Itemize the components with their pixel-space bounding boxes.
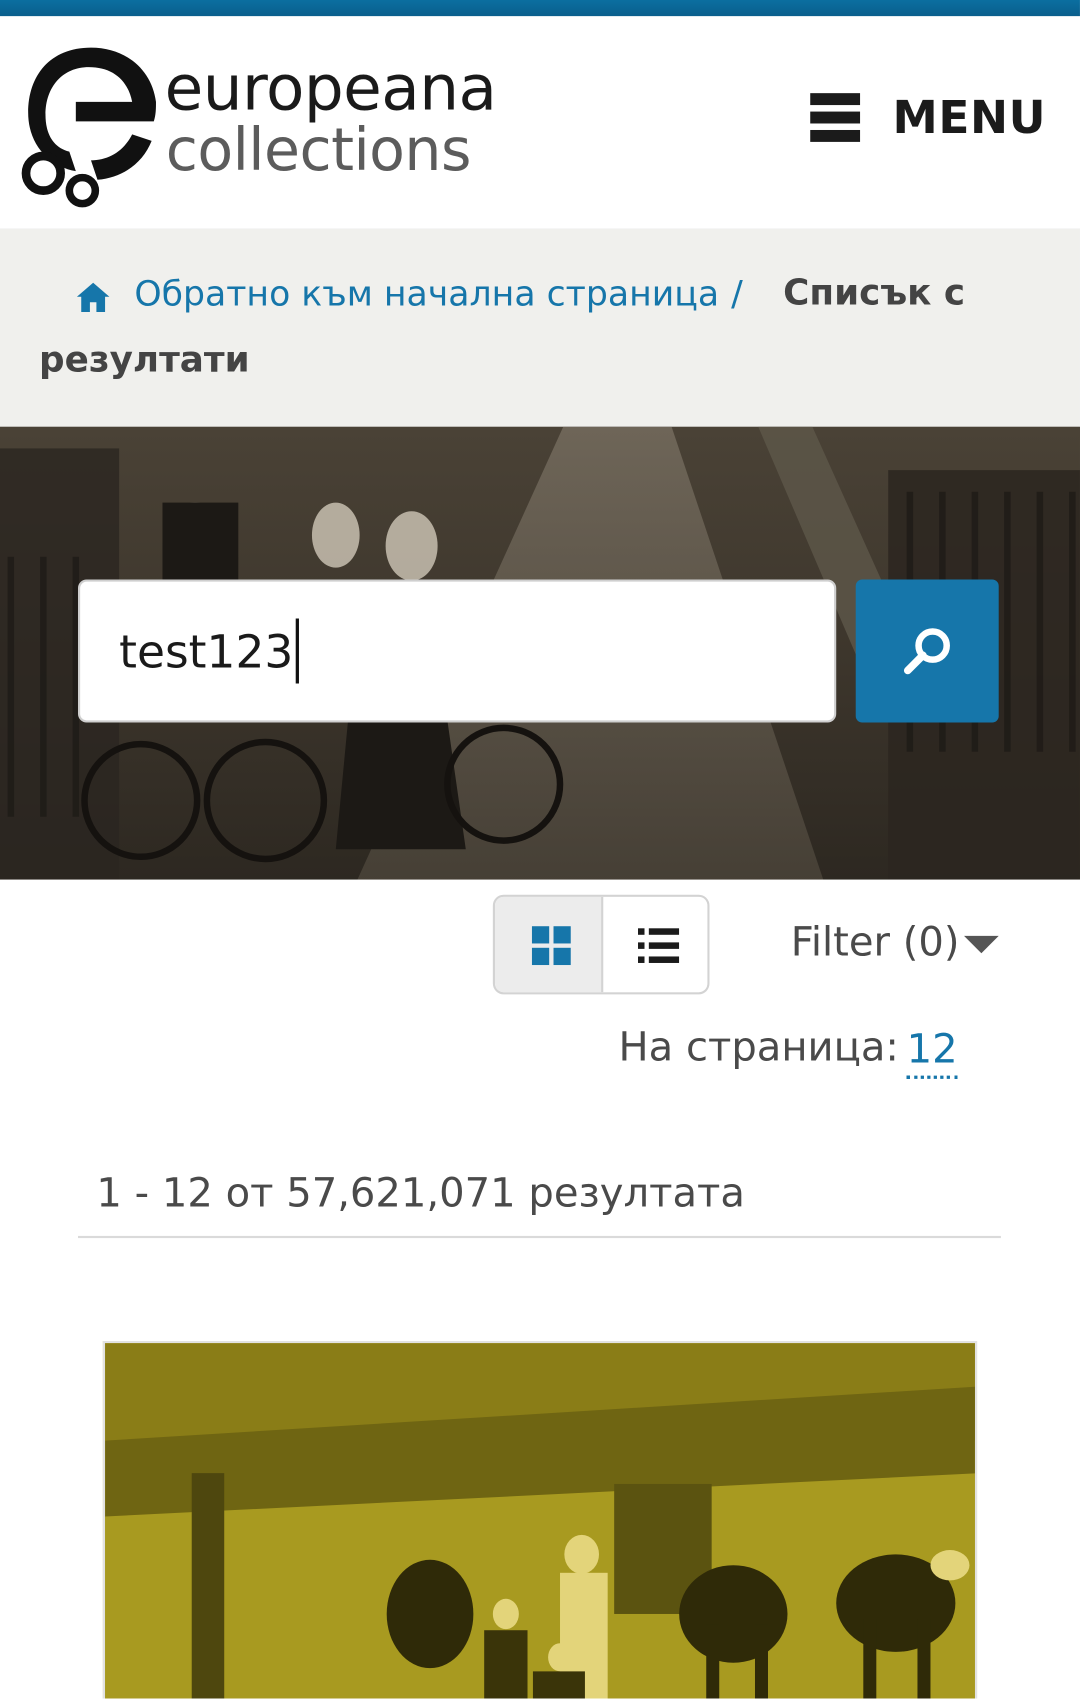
divider bbox=[77, 1235, 1001, 1239]
hamburger-icon bbox=[810, 93, 862, 143]
logo-wordmark-secondary: collections bbox=[165, 115, 472, 185]
grid-view-button[interactable] bbox=[495, 896, 604, 993]
search-button[interactable] bbox=[855, 579, 999, 723]
filter-toggle[interactable]: Filter (0) bbox=[791, 919, 960, 966]
breadcrumb-current: Списък с bbox=[783, 270, 966, 314]
grid-view-icon bbox=[531, 926, 571, 966]
search-input[interactable]: test123 bbox=[77, 579, 837, 723]
home-icon[interactable] bbox=[76, 279, 111, 314]
search-query-text: test123 bbox=[119, 624, 294, 678]
breadcrumb bbox=[0, 228, 1080, 427]
text-cursor bbox=[295, 618, 299, 684]
result-thumbnail[interactable] bbox=[105, 1343, 977, 1699]
list-view-button[interactable] bbox=[603, 896, 708, 993]
per-page-label: На страница: bbox=[618, 1023, 899, 1071]
per-page-select[interactable]: 12 bbox=[906, 1024, 958, 1079]
menu-button[interactable]: MENU bbox=[810, 84, 1046, 153]
chevron-down-icon[interactable] bbox=[964, 935, 999, 954]
europeana-logo-icon[interactable] bbox=[19, 39, 158, 208]
result-card[interactable] bbox=[102, 1341, 978, 1699]
top-accent-strip bbox=[0, 0, 1080, 17]
breadcrumb-separator: / bbox=[731, 272, 743, 315]
view-toggle bbox=[492, 894, 710, 995]
search-icon bbox=[903, 628, 950, 675]
menu-label: MENU bbox=[892, 90, 1047, 145]
results-count: 1 - 12 от 57,621,071 резултата bbox=[96, 1169, 745, 1217]
breadcrumb-home-link[interactable]: Обратно към начална страница bbox=[134, 273, 719, 314]
breadcrumb-current-continued: резултати bbox=[38, 337, 250, 381]
list-view-icon bbox=[638, 928, 680, 963]
logo-wordmark-primary: europeana bbox=[164, 50, 497, 125]
